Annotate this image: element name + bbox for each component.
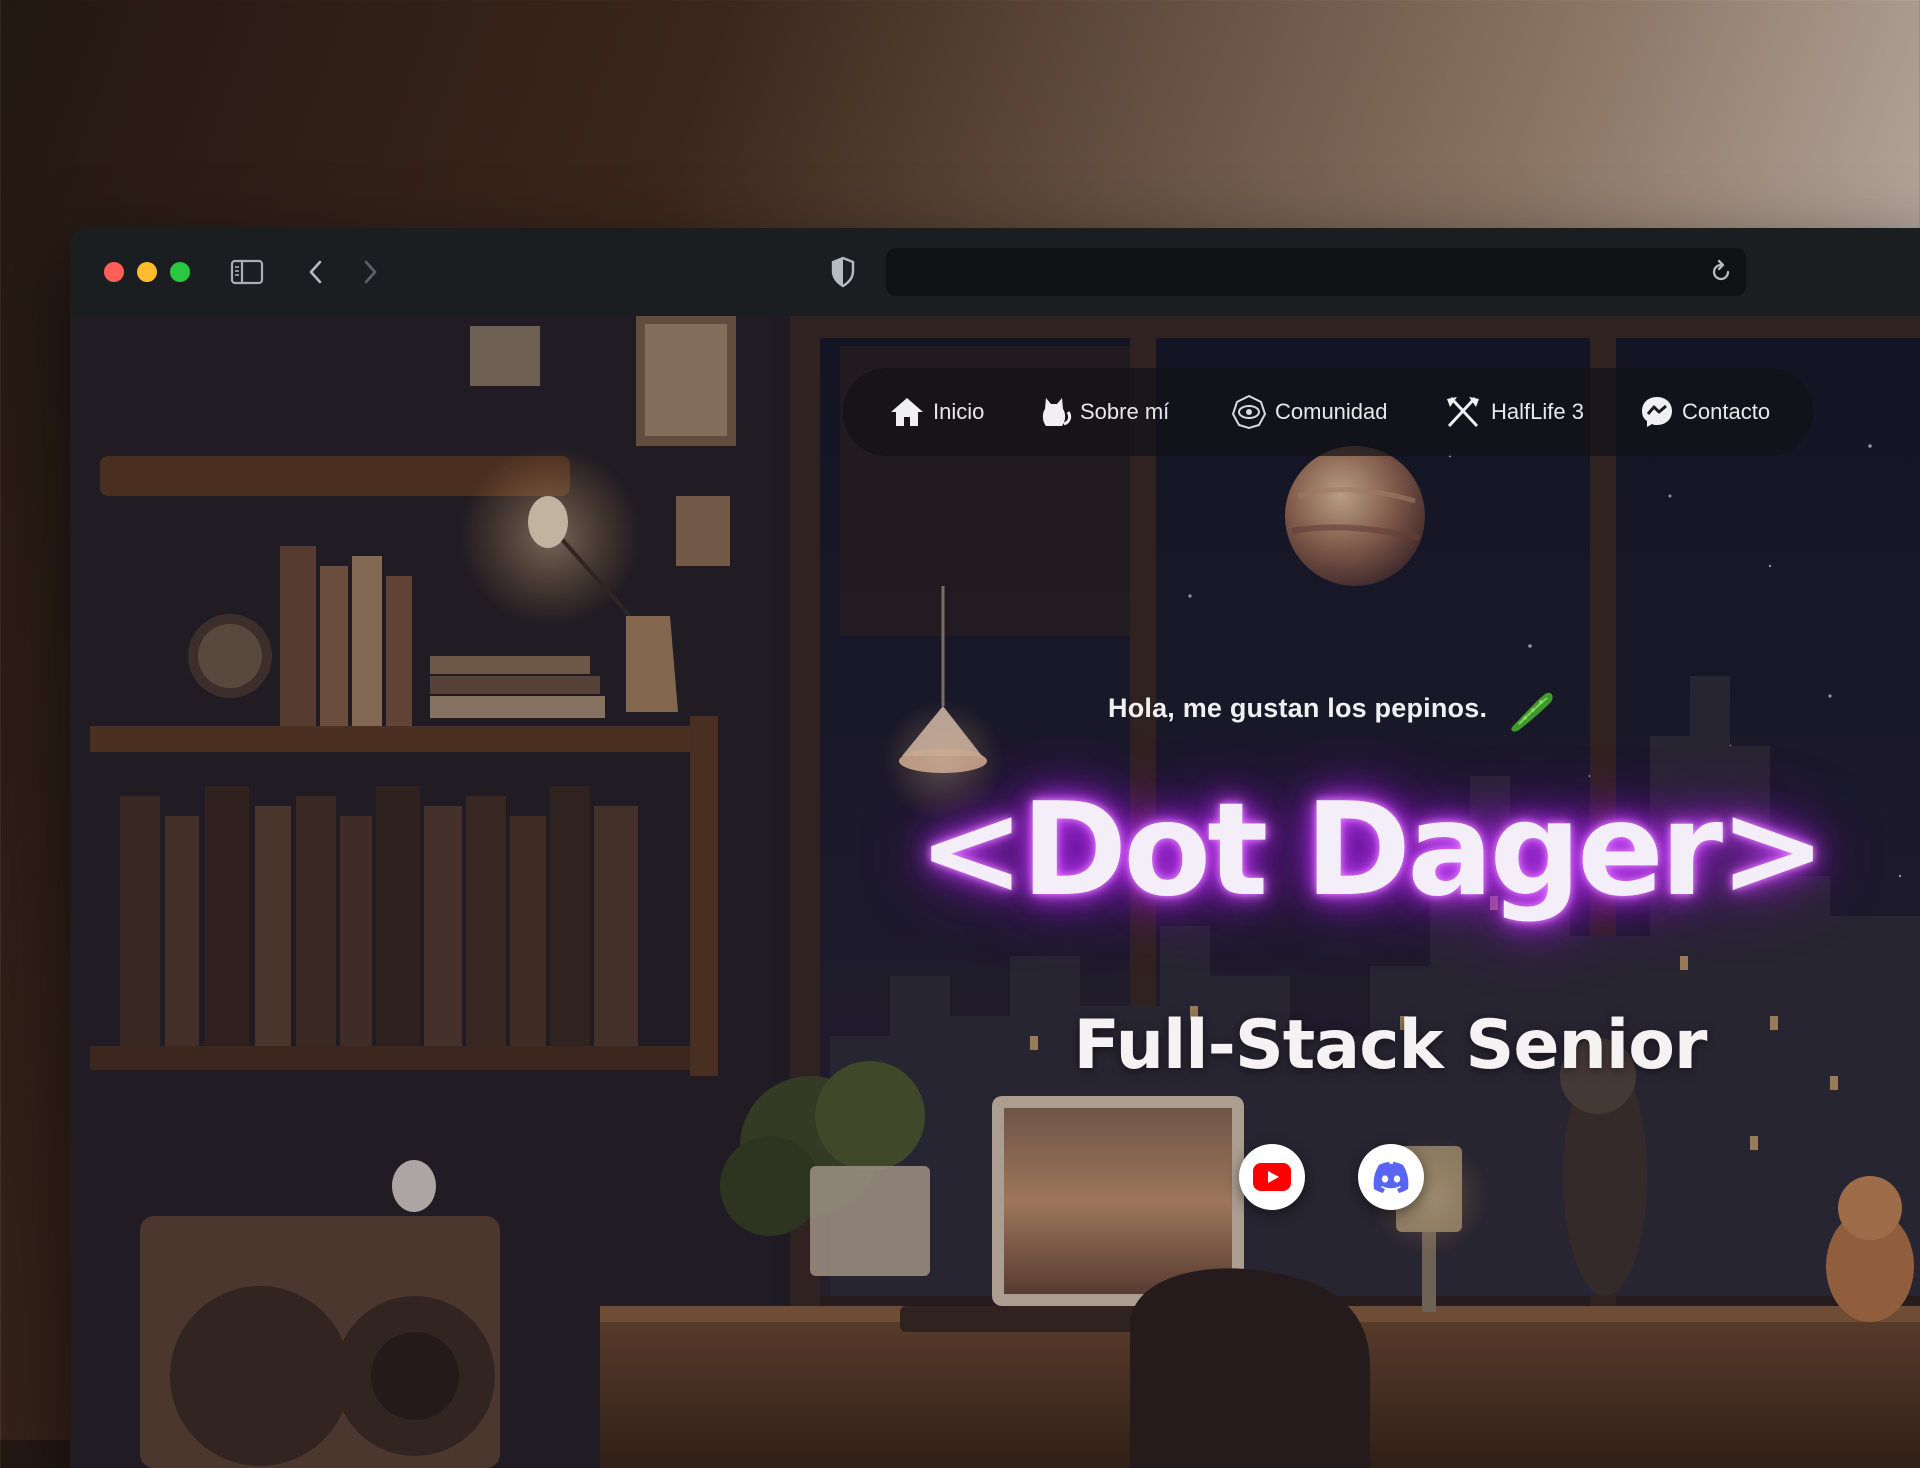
nav-label-comunidad: Comunidad xyxy=(1275,399,1388,424)
nav-item-inicio[interactable]: Inicio xyxy=(889,368,984,456)
site-title: <Dot Dager> xyxy=(917,776,1827,925)
nav-item-comunidad[interactable]: Comunidad xyxy=(1231,368,1388,456)
nav-label-inicio: Inicio xyxy=(933,399,985,424)
address-bar[interactable] xyxy=(886,248,1746,296)
greeting-text: Hola, me gustan los pepinos. xyxy=(1108,693,1488,724)
cucumber-icon xyxy=(1511,692,1553,732)
back-icon[interactable] xyxy=(306,258,326,286)
crossed-axes-icon xyxy=(1447,396,1479,428)
discord-button[interactable] xyxy=(1358,1144,1424,1210)
youtube-button[interactable] xyxy=(1239,1144,1305,1210)
nav-item-contacto[interactable]: Contacto xyxy=(1640,368,1770,456)
nav-item-halflife-3[interactable]: HalfLife 3 xyxy=(1443,368,1584,456)
zoom-window-button[interactable] xyxy=(170,262,190,282)
community-icon xyxy=(1231,394,1267,430)
discord-icon xyxy=(1373,1162,1409,1193)
cat-icon xyxy=(1042,398,1072,426)
home-icon xyxy=(891,398,923,426)
youtube-icon xyxy=(1253,1163,1291,1191)
messenger-icon xyxy=(1642,397,1672,427)
nav-label-halflife-3: HalfLife 3 xyxy=(1491,399,1584,424)
sidebar-toggle-icon[interactable] xyxy=(230,258,264,286)
reload-icon[interactable] xyxy=(1708,259,1734,285)
greeting: Hola, me gustan los pepinos. xyxy=(1108,688,1555,732)
webpage: Inicio Sobre mí Comunidad HalfLife 3 Con… xyxy=(70,316,1920,1468)
main-navigation: Inicio Sobre mí Comunidad HalfLife 3 Con… xyxy=(843,368,1813,456)
browser-window: Inicio Sobre mí Comunidad HalfLife 3 Con… xyxy=(70,228,1920,1468)
forward-icon[interactable] xyxy=(360,258,380,286)
privacy-shield-icon[interactable] xyxy=(830,256,856,288)
nav-label-contacto: Contacto xyxy=(1682,399,1771,424)
role-title: Full-Stack Senior xyxy=(1073,1006,1708,1085)
minimize-window-button[interactable] xyxy=(137,262,157,282)
nav-label-sobre-mi: Sobre mí xyxy=(1080,399,1170,424)
browser-toolbar xyxy=(70,228,1920,317)
close-window-button[interactable] xyxy=(104,262,124,282)
nav-item-sobre-mi[interactable]: Sobre mí xyxy=(1040,368,1169,456)
